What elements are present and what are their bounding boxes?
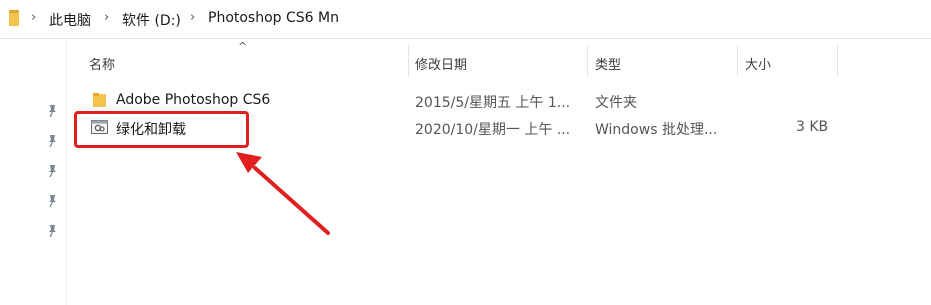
annotation-arrow [236,152,330,235]
